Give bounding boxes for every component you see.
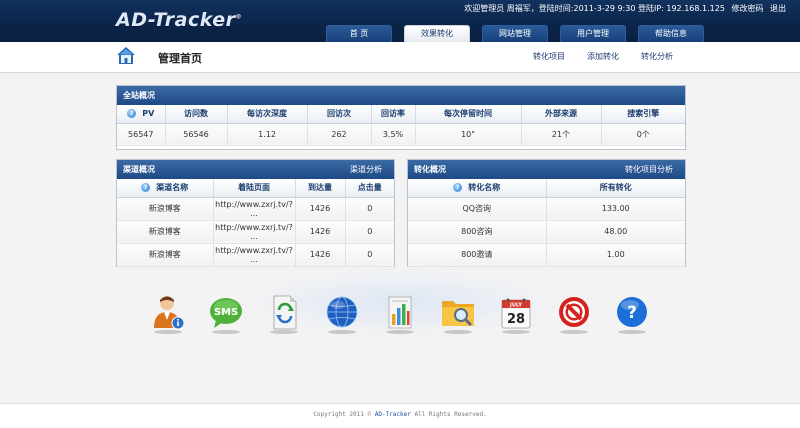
cell-pv: 56547 — [117, 123, 166, 146]
conversion-overview-title: 转化概况 转化项目分析 — [408, 160, 685, 179]
logo: AD-Tracker® — [116, 9, 242, 31]
conversion-overview-panel: 转化概况 转化项目分析 ? 转化名称 所有转化 QQ咨询 133.00 800咨询… — [407, 159, 686, 267]
footer-prefix: Copyright 2011 © — [313, 411, 375, 418]
col-arrivals: 到达量 — [295, 179, 346, 198]
link-add-conversion[interactable]: 添加转化 — [587, 51, 619, 62]
home-icon[interactable] — [116, 46, 136, 66]
col-channel-name: ? 渠道名称 — [117, 179, 214, 198]
help-icon[interactable]: ? — [614, 294, 650, 334]
col-conversion-name: ? 转化名称 — [408, 179, 547, 198]
cell-all-conversions: 48.00 — [546, 220, 685, 244]
info-icon[interactable]: ? — [453, 183, 463, 193]
cell-landing-page[interactable]: http://www.zxrj.tv/? ... — [213, 243, 296, 267]
calendar-icon[interactable]: JULY 28 — [498, 294, 534, 334]
link-conversion-analysis[interactable]: 转化分析 — [641, 51, 673, 62]
svg-text:SMS: SMS — [214, 307, 238, 318]
col-pv: ? PV — [117, 105, 166, 124]
col-clicks: 点击量 — [345, 179, 394, 198]
table-row: 800咨询 48.00 — [408, 220, 685, 244]
cell-external-source: 21个 — [521, 123, 602, 146]
footer-suffix: All Rights Reserved. — [410, 411, 487, 418]
cell-arrivals: 1426 — [295, 220, 346, 244]
site-overview-table: ? PV 访问数 每访次深度 回访次 回访率 每次停留时间 外部来源 搜索引擎 5… — [117, 105, 685, 146]
col-visits: 访问数 — [165, 105, 228, 124]
cell-clicks: 0 — [345, 243, 394, 267]
main-nav: 首 页 效果转化 网站管理 用户管理 帮助信息 — [326, 25, 716, 42]
col-return-rate: 回访率 — [371, 105, 416, 124]
cell-channel-name: 新浪博客 — [117, 220, 214, 244]
channel-analysis-link[interactable]: 渠道分析 — [350, 160, 382, 179]
table-row: 新浪博客 http://www.zxrj.tv/? ... 1426 0 — [117, 243, 394, 267]
cell-arrivals: 1426 — [295, 197, 346, 221]
report-chart-icon[interactable] — [382, 294, 418, 334]
channel-overview-title: 渠道概况 渠道分析 — [117, 160, 394, 179]
cell-search-engine: 0个 — [601, 123, 685, 146]
table-row: QQ咨询 133.00 — [408, 197, 685, 221]
table-row: 新浪博客 http://www.zxrj.tv/? ... 1426 0 — [117, 197, 394, 221]
col-all-conversions: 所有转化 — [546, 179, 685, 198]
tab-conversion[interactable]: 效果转化 — [404, 25, 470, 42]
top-header: AD-Tracker® 欢迎管理员 周福军，登陆时间:2011-3-29 9:3… — [0, 0, 800, 42]
cell-clicks: 0 — [345, 220, 394, 244]
cell-channel-name: 新浪博客 — [117, 243, 214, 267]
sub-header: 管理首页 转化项目 添加转化 转化分析 — [0, 42, 800, 73]
cell-conversion-name: 800邀请 — [408, 243, 547, 267]
site-overview-panel: 全站概况 ? PV 访问数 每访次深度 回访次 回访率 每次停留时间 外部来源 搜… — [116, 85, 686, 150]
cell-depth: 1.12 — [227, 123, 308, 146]
tab-user-management[interactable]: 用户管理 — [560, 25, 626, 42]
user-info: 欢迎管理员 周福军，登陆时间:2011-3-29 9:30 登陆IP: 192.… — [464, 3, 786, 14]
info-icon[interactable]: ? — [141, 183, 151, 193]
col-landing-page: 着陆页面 — [213, 179, 296, 198]
cell-return-visits: 262 — [307, 123, 372, 146]
tab-site-management[interactable]: 网站管理 — [482, 25, 548, 42]
quick-icons: SMS JULY 28 ? — [150, 294, 650, 336]
cell-all-conversions: 1.00 — [546, 243, 685, 267]
page-title: 管理首页 — [158, 52, 202, 65]
conversion-table: ? 转化名称 所有转化 QQ咨询 133.00 800咨询 48.00 800邀请… — [408, 179, 685, 267]
tab-help[interactable]: 帮助信息 — [638, 25, 704, 42]
cell-duration: 10" — [415, 123, 522, 146]
svg-text:JULY: JULY — [509, 303, 522, 309]
cell-all-conversions: 133.00 — [546, 197, 685, 221]
cell-landing-page[interactable]: http://www.zxrj.tv/? ... — [213, 197, 296, 221]
info-icon[interactable]: ? — [127, 109, 137, 119]
user-info-icon[interactable] — [150, 294, 186, 334]
stop-icon[interactable] — [556, 294, 592, 334]
footer: Copyright 2011 © AD-Tracker All Rights R… — [0, 403, 800, 428]
table-row: 新浪博客 http://www.zxrj.tv/? ... 1426 0 — [117, 220, 394, 244]
folder-search-icon[interactable] — [440, 294, 476, 334]
cell-clicks: 0 — [345, 197, 394, 221]
conversion-project-analysis-link[interactable]: 转化项目分析 — [625, 160, 673, 179]
col-external-source: 外部来源 — [521, 105, 602, 124]
col-depth: 每访次深度 — [227, 105, 308, 124]
channel-table: ? 渠道名称 着陆页面 到达量 点击量 新浪博客 http://www.zxrj.… — [117, 179, 394, 267]
col-search-engine: 搜索引擎 — [601, 105, 685, 124]
cell-visits: 56546 — [165, 123, 228, 146]
col-duration: 每次停留时间 — [415, 105, 522, 124]
site-overview-title: 全站概况 — [117, 86, 685, 105]
globe-icon[interactable] — [324, 294, 360, 334]
cell-channel-name: 新浪博客 — [117, 197, 214, 221]
user-info-text: 欢迎管理员 周福军，登陆时间:2011-3-29 9:30 登陆IP: 192.… — [464, 4, 725, 13]
logout-link[interactable]: 退出 — [770, 4, 786, 13]
document-refresh-icon[interactable] — [266, 294, 302, 334]
cell-arrivals: 1426 — [295, 243, 346, 267]
link-conversion-projects[interactable]: 转化项目 — [533, 51, 565, 62]
cell-conversion-name: 800咨询 — [408, 220, 547, 244]
sms-icon[interactable]: SMS — [208, 294, 244, 334]
cell-conversion-name: QQ咨询 — [408, 197, 547, 221]
table-row: 800邀请 1.00 — [408, 243, 685, 267]
tab-home[interactable]: 首 页 — [326, 25, 392, 42]
cell-landing-page[interactable]: http://www.zxrj.tv/? ... — [213, 220, 296, 244]
channel-overview-panel: 渠道概况 渠道分析 ? 渠道名称 着陆页面 到达量 点击量 新浪博客 http:/… — [116, 159, 395, 267]
col-return-visits: 回访次 — [307, 105, 372, 124]
sub-nav: 转化项目 添加转化 转化分析 — [533, 51, 695, 62]
change-password-link[interactable]: 修改密码 — [731, 4, 763, 13]
table-row: 56547 56546 1.12 262 3.5% 10" 21个 0个 — [117, 123, 685, 146]
footer-brand[interactable]: AD-Tracker — [375, 411, 411, 418]
svg-text:?: ? — [627, 303, 637, 323]
svg-text:28: 28 — [507, 312, 525, 327]
cell-return-rate: 3.5% — [371, 123, 416, 146]
